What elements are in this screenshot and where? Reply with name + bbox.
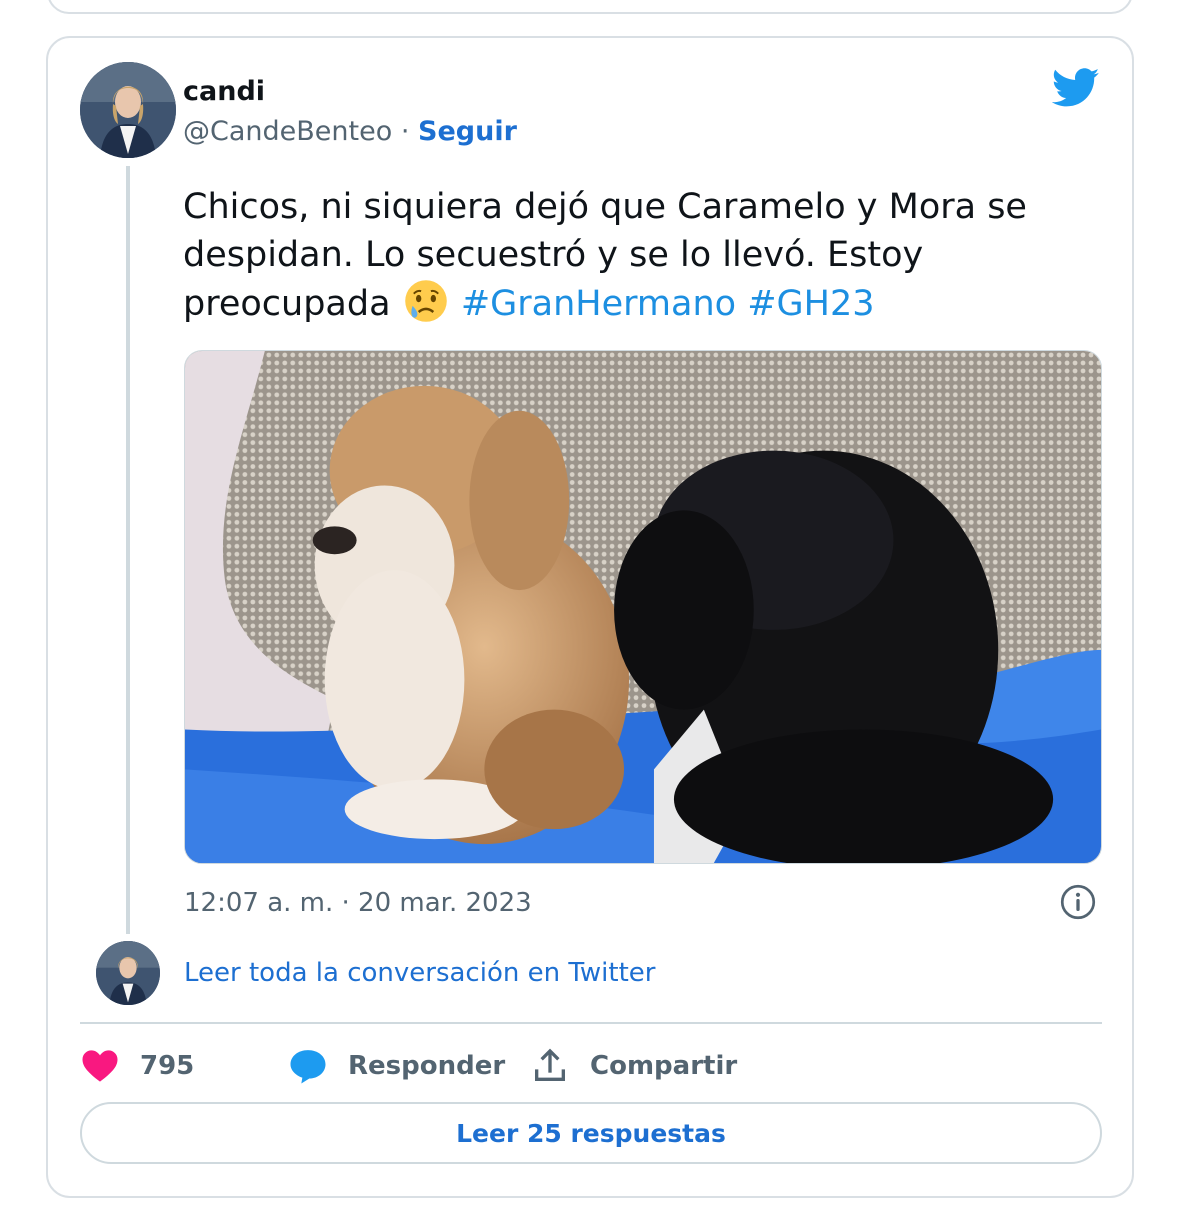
author-handle-row: @CandeBenteo · Seguir (183, 116, 517, 147)
read-conversation-link[interactable]: Leer toda la conversación en Twitter (184, 958, 655, 988)
embedded-tweet-card: candi @CandeBenteo · Seguir Chicos, ni s… (46, 36, 1134, 1198)
tweet-media-image[interactable] (184, 350, 1102, 864)
reply-bubble-icon (290, 1050, 326, 1084)
tweet-text: Chicos, ni siquiera dejó que Caramelo y … (183, 183, 1053, 328)
share-label: Compartir (590, 1051, 738, 1081)
divider (80, 1022, 1102, 1024)
tweet-actions: 795 Responder Compartir (80, 1040, 1080, 1092)
previous-tweet-card (47, 0, 1133, 14)
share-icon (535, 1048, 565, 1081)
author-name[interactable]: candi (183, 76, 265, 107)
sad-face-emoji-icon (404, 280, 447, 322)
like-button[interactable]: 795 (80, 1040, 194, 1092)
author-handle[interactable]: @CandeBenteo (183, 116, 392, 147)
hashtag-gh23[interactable]: #GH23 (747, 284, 874, 324)
read-replies-button[interactable]: Leer 25 respuestas (80, 1102, 1102, 1164)
handle-separator: · (400, 116, 410, 147)
info-icon[interactable] (1060, 884, 1096, 920)
twitter-bird-icon[interactable] (1052, 68, 1100, 108)
heart-icon (82, 1050, 118, 1082)
reader-avatar (96, 941, 160, 1005)
hashtag-granhermano[interactable]: #GranHermano (461, 284, 736, 324)
reply-button[interactable]: Responder (288, 1040, 505, 1092)
follow-button[interactable]: Seguir (418, 116, 517, 147)
share-button[interactable]: Compartir (530, 1040, 737, 1092)
reply-label: Responder (348, 1051, 506, 1081)
like-count: 795 (140, 1051, 195, 1081)
tweet-timestamp[interactable]: 12:07 a. m. · 20 mar. 2023 (184, 888, 532, 918)
author-avatar[interactable] (80, 62, 176, 158)
thread-line (126, 166, 130, 934)
